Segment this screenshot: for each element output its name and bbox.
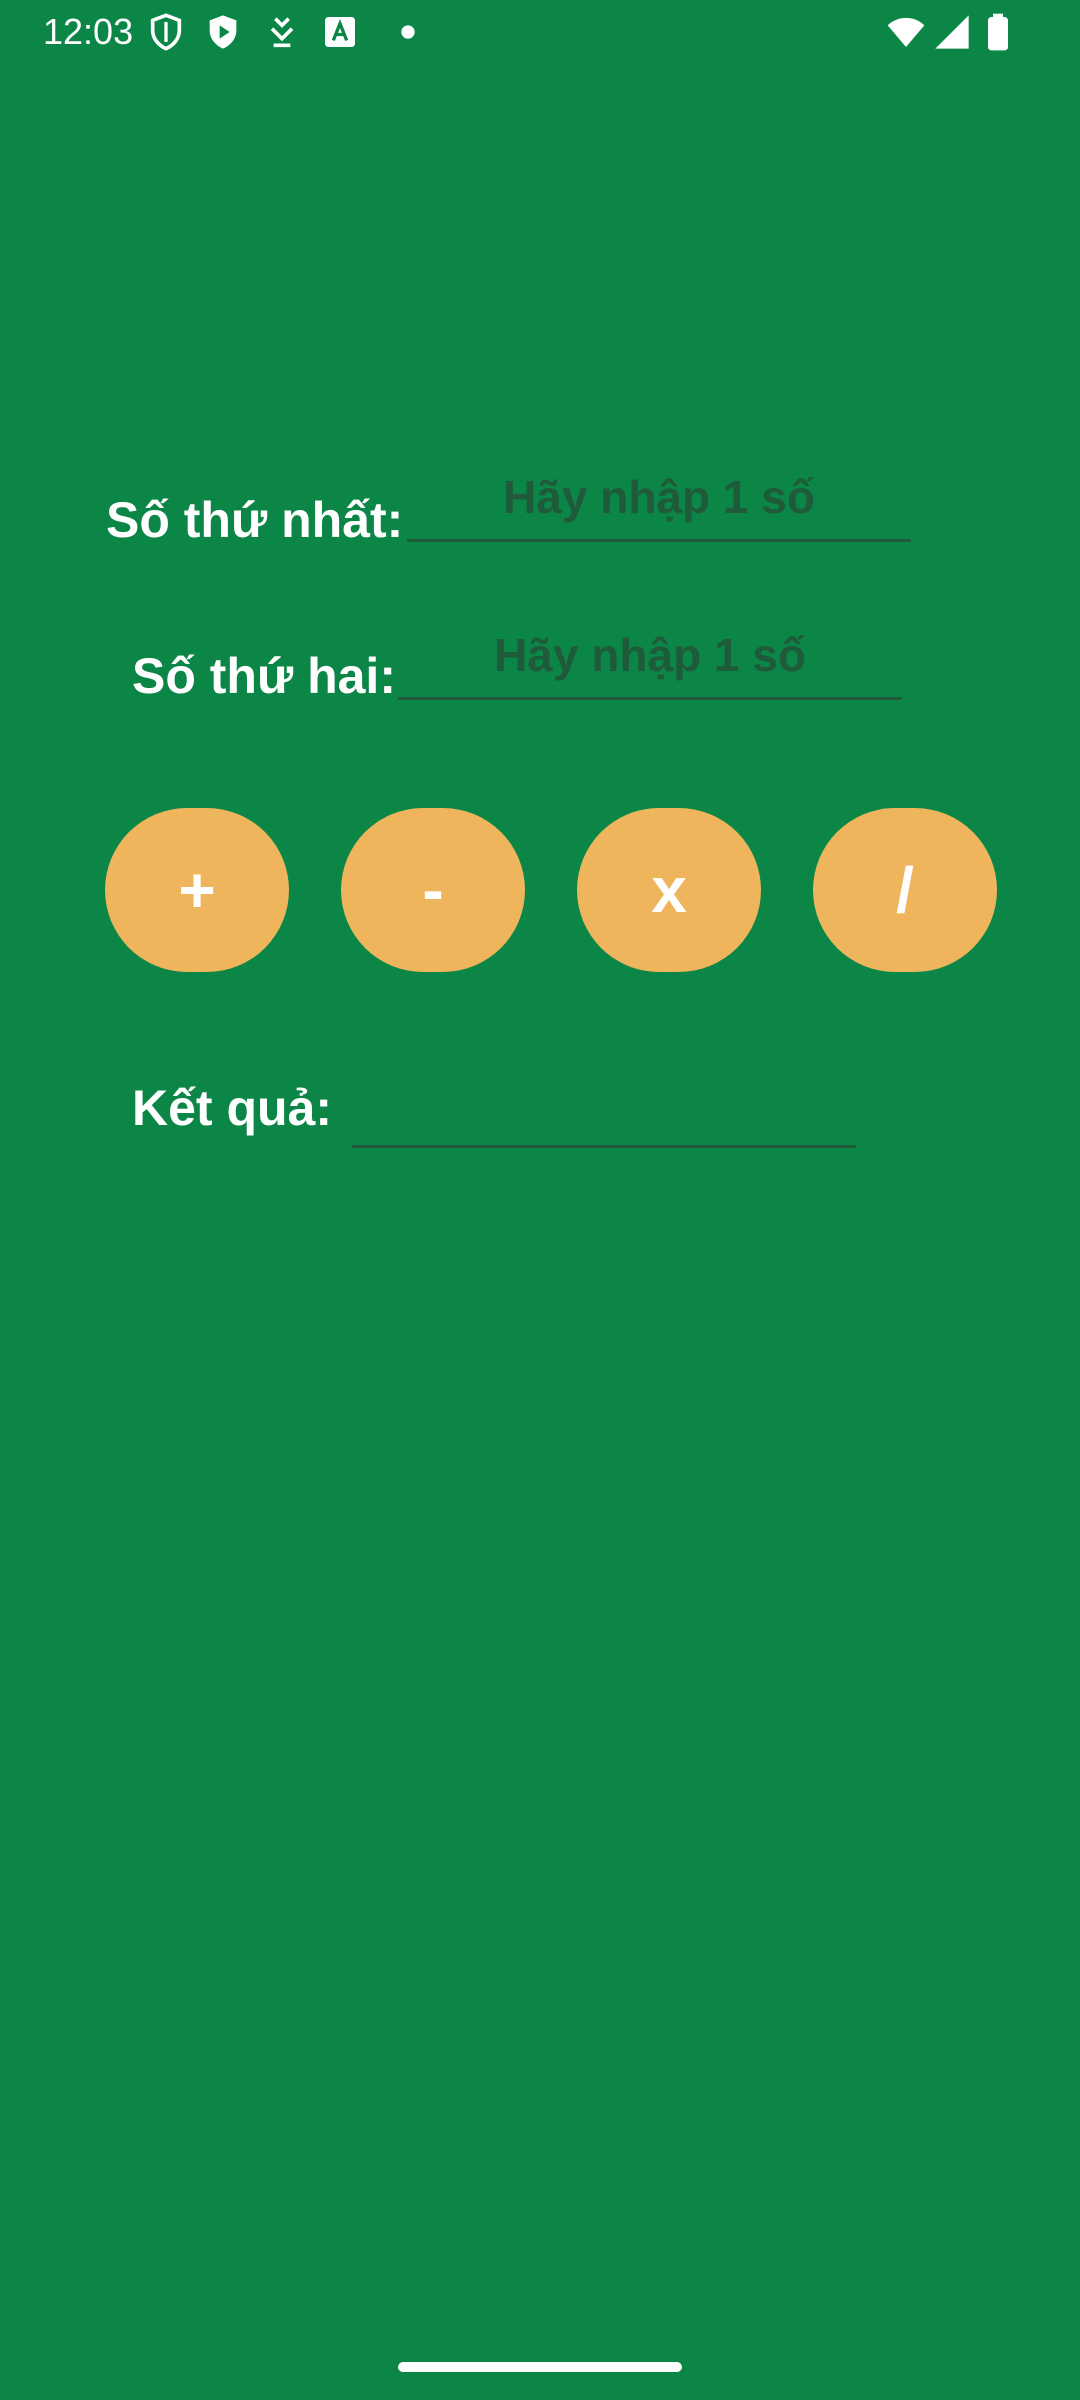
first-number-field[interactable]: [407, 468, 911, 542]
status-time: 12:03: [43, 11, 134, 52]
battery-icon: [978, 12, 1018, 52]
status-bar: 12:03: [0, 0, 1080, 64]
first-number-label: Số thứ nhất:: [106, 492, 404, 548]
shield-outline-icon: [146, 12, 186, 52]
add-button[interactable]: +: [105, 808, 289, 972]
font-a-icon: [320, 12, 360, 52]
first-number-input[interactable]: [407, 468, 911, 525]
home-indicator[interactable]: [398, 2362, 682, 2372]
result-field: [352, 1088, 856, 1148]
download-arrow-icon: [262, 12, 302, 52]
multiply-button[interactable]: x: [577, 808, 761, 972]
subtract-button[interactable]: -: [341, 808, 525, 972]
dot-icon: [378, 12, 418, 52]
shield-play-icon: [203, 12, 243, 52]
divide-button[interactable]: /: [813, 808, 997, 972]
second-number-field[interactable]: [398, 626, 902, 700]
result-label: Kết quả:: [132, 1080, 332, 1136]
wifi-icon: [886, 12, 926, 52]
second-number-label: Số thứ hai:: [132, 648, 396, 704]
cellular-signal-icon: [932, 12, 972, 52]
second-number-input[interactable]: [398, 626, 902, 683]
